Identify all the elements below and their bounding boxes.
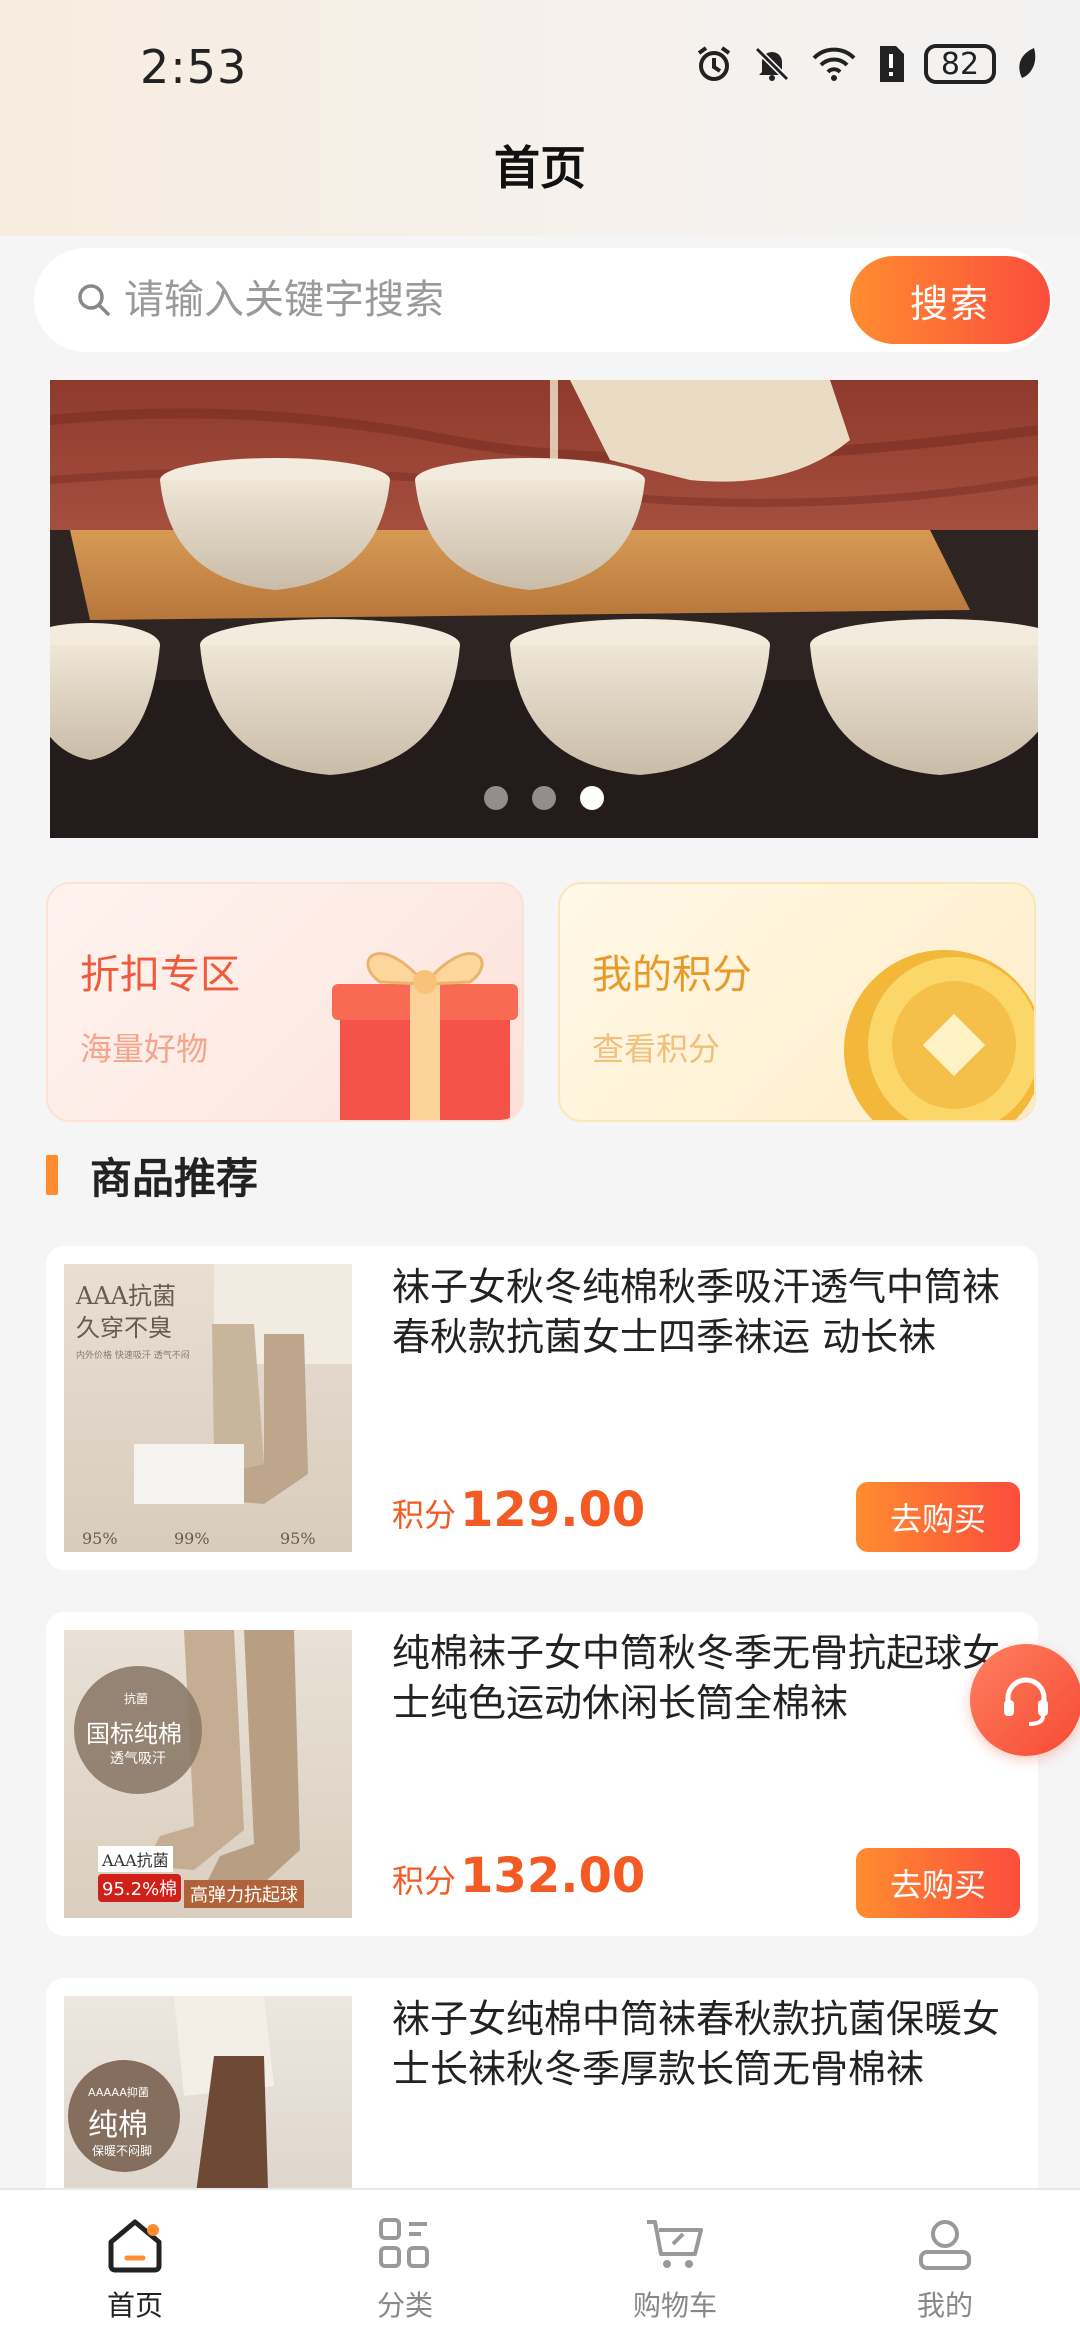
- points-card-title: 我的积分: [592, 952, 752, 998]
- headset-icon: [1004, 1677, 1048, 1726]
- buy-button[interactable]: 去购买: [856, 1848, 1020, 1918]
- product-image-caption: AAAAA抑菌: [88, 2086, 149, 2099]
- tab-profile[interactable]: 我的: [810, 2190, 1080, 2340]
- page-title: 首页: [494, 141, 586, 195]
- search-button[interactable]: 搜索: [850, 256, 1050, 344]
- discount-zone-card[interactable]: 折扣专区 海量好物: [46, 882, 524, 1122]
- tab-cart[interactable]: 购物车: [540, 2190, 810, 2340]
- wifi-icon: [812, 47, 856, 81]
- tab-cart-label: 购物车: [632, 2289, 717, 2322]
- leaf-icon: [1019, 48, 1036, 78]
- product-image-caption: 国标纯棉: [86, 1720, 182, 1748]
- status-time: 2:53: [140, 40, 248, 94]
- discount-card-title: 折扣专区: [80, 952, 240, 998]
- alarm-icon: [697, 46, 731, 81]
- coin-icon: [844, 950, 1034, 1120]
- tab-home[interactable]: 首页: [0, 2190, 270, 2340]
- gift-box-icon: [332, 952, 518, 1120]
- product-image[interactable]: AAA抗菌 久穿不臭 内外价格 快速吸汗 透气不闷 95% 99% 95%: [64, 1264, 352, 1552]
- search-input[interactable]: [124, 268, 864, 332]
- tab-category-label: 分类: [376, 2289, 433, 2322]
- battery-level: 82: [940, 46, 980, 82]
- product-name[interactable]: 袜子女纯棉中筒袜春秋款抗菌保暖女士长袜秋冬季厚款长筒无骨棉袜: [392, 1994, 1002, 2094]
- bottom-tab-bar: 首页 分类 购物车 我的: [0, 2188, 1080, 2340]
- product-card[interactable]: AAA抗菌 久穿不臭 内外价格 快速吸汗 透气不闷 95% 99% 95% 袜子…: [46, 1246, 1038, 1570]
- product-image-badge: AAA抗菌: [98, 1846, 173, 1872]
- banner-carousel[interactable]: [50, 380, 1038, 838]
- sock-illustration: [134, 1264, 352, 1504]
- category-icon: [379, 2218, 429, 2268]
- search-icon: [78, 284, 110, 316]
- section-accent-bar: [46, 1155, 58, 1195]
- product-name[interactable]: 纯棉袜子女中筒秋冬季无骨抗起球女士纯色运动休闲长筒全棉袜: [392, 1628, 1002, 1728]
- carousel-dot-active[interactable]: [580, 786, 604, 810]
- product-image-badge: 高弹力抗起球: [184, 1880, 304, 1908]
- product-card[interactable]: 抗菌 国标纯棉 透气吸汗 AAA抗菌 95.2%棉 高弹力抗起球 纯棉袜子女中筒…: [46, 1612, 1038, 1936]
- buy-button[interactable]: 去购买: [856, 1482, 1020, 1552]
- status-icons: 82: [694, 44, 1040, 84]
- carousel-dots: [50, 786, 1038, 810]
- profile-icon: [919, 2220, 971, 2270]
- home-icon: [108, 2219, 162, 2273]
- customer-service-button[interactable]: [970, 1644, 1080, 1756]
- my-points-card[interactable]: 我的积分 查看积分: [558, 882, 1036, 1122]
- banner-tea-image: [50, 380, 1038, 838]
- product-name[interactable]: 袜子女秋冬纯棉秋季吸汗透气中筒袜春秋款抗菌女士四季袜运 动长袜: [392, 1262, 1002, 1362]
- tab-profile-label: 我的: [916, 2289, 973, 2322]
- product-image-stat: 99%: [174, 1529, 210, 1548]
- tab-category[interactable]: 分类: [270, 2190, 540, 2340]
- mute-bell-icon: [754, 46, 790, 82]
- points-card-subtitle: 查看积分: [592, 1030, 721, 1068]
- product-image-caption: 抗菌: [124, 1692, 149, 1706]
- price-label: 积分: [392, 1496, 457, 1534]
- product-image-badge: 95.2%棉: [98, 1874, 182, 1902]
- sim-alert-icon: [880, 46, 904, 82]
- product-price: 积分 129.00: [392, 1482, 645, 1538]
- section-header: 商品推荐: [46, 1150, 258, 1203]
- carousel-dot[interactable]: [484, 786, 508, 810]
- search-bar[interactable]: 搜索: [34, 248, 1052, 352]
- discount-card-subtitle: 海量好物: [80, 1030, 209, 1068]
- product-price: 积分 132.00: [392, 1848, 645, 1904]
- product-image-caption: 保暖不闷脚: [92, 2144, 153, 2158]
- carousel-dot[interactable]: [532, 786, 556, 810]
- price-value: 129.00: [460, 1482, 646, 1538]
- product-image[interactable]: 抗菌 国标纯棉 透气吸汗 AAA抗菌 95.2%棉 高弹力抗起球: [64, 1630, 352, 1918]
- product-image-caption: 透气吸汗: [110, 1751, 166, 1767]
- battery-indicator: 82: [924, 44, 996, 84]
- product-image-stat: 95%: [82, 1529, 118, 1548]
- product-image-stat: 95%: [280, 1529, 316, 1548]
- cart-icon: [647, 2220, 703, 2268]
- price-value: 132.00: [460, 1848, 646, 1904]
- product-image-caption: 纯棉: [88, 2108, 148, 2143]
- price-label: 积分: [392, 1862, 457, 1900]
- top-header-area: 2:53 82 首页: [0, 0, 1080, 236]
- section-title: 商品推荐: [90, 1153, 259, 1203]
- tab-home-label: 首页: [106, 2289, 163, 2322]
